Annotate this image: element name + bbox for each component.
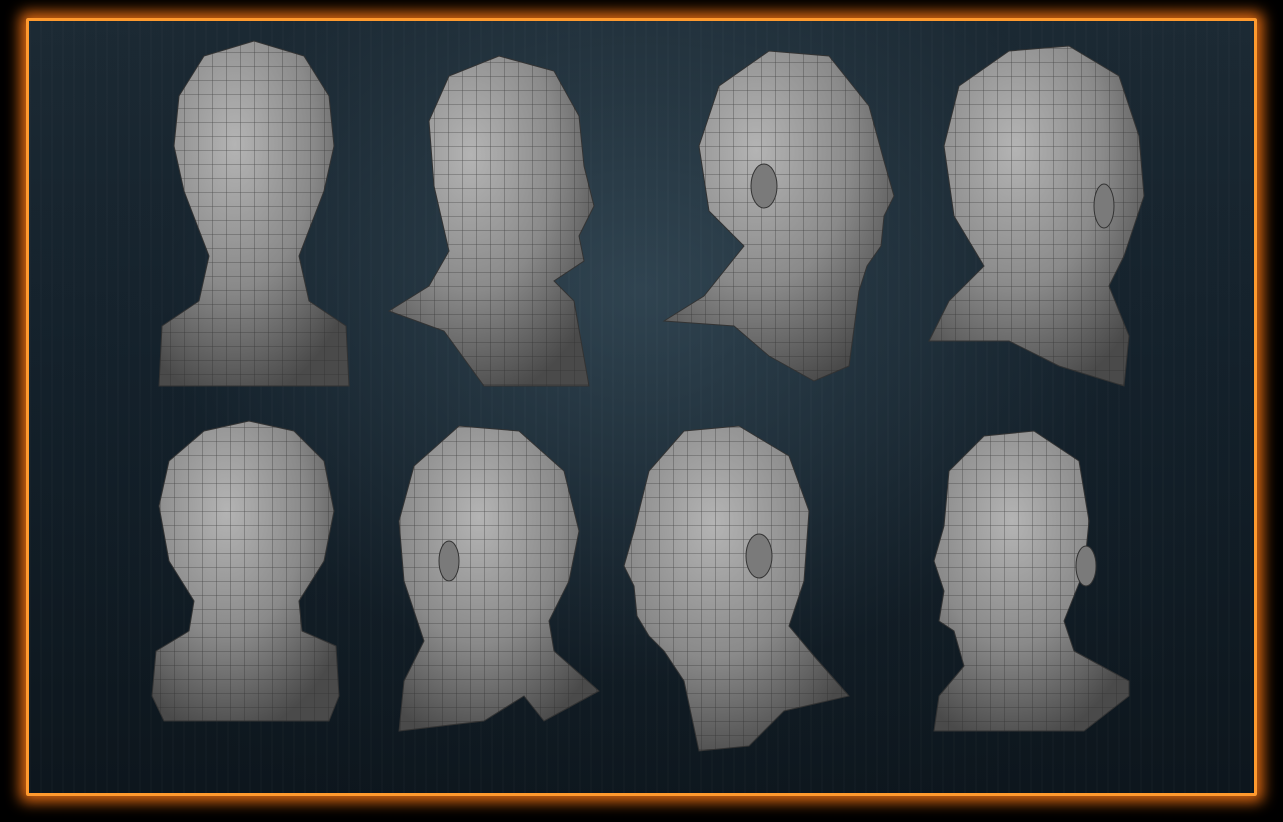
image-frame (0, 0, 1283, 822)
head-back-three-quarter-left (398, 425, 600, 732)
head-three-quarter-right (387, 55, 595, 387)
render-canvas (29, 21, 1254, 793)
head-profile-right (662, 50, 895, 382)
ear (745, 533, 773, 579)
ear (1093, 183, 1115, 229)
ear (438, 540, 460, 582)
head-back-three-quarter-right (928, 45, 1145, 387)
head-profile-left (623, 425, 850, 752)
head-front (158, 40, 350, 387)
ear (1075, 545, 1097, 587)
head-three-quarter-left (933, 430, 1130, 732)
ear (750, 163, 778, 209)
head-back (151, 420, 340, 722)
heads-layer (151, 40, 1145, 752)
